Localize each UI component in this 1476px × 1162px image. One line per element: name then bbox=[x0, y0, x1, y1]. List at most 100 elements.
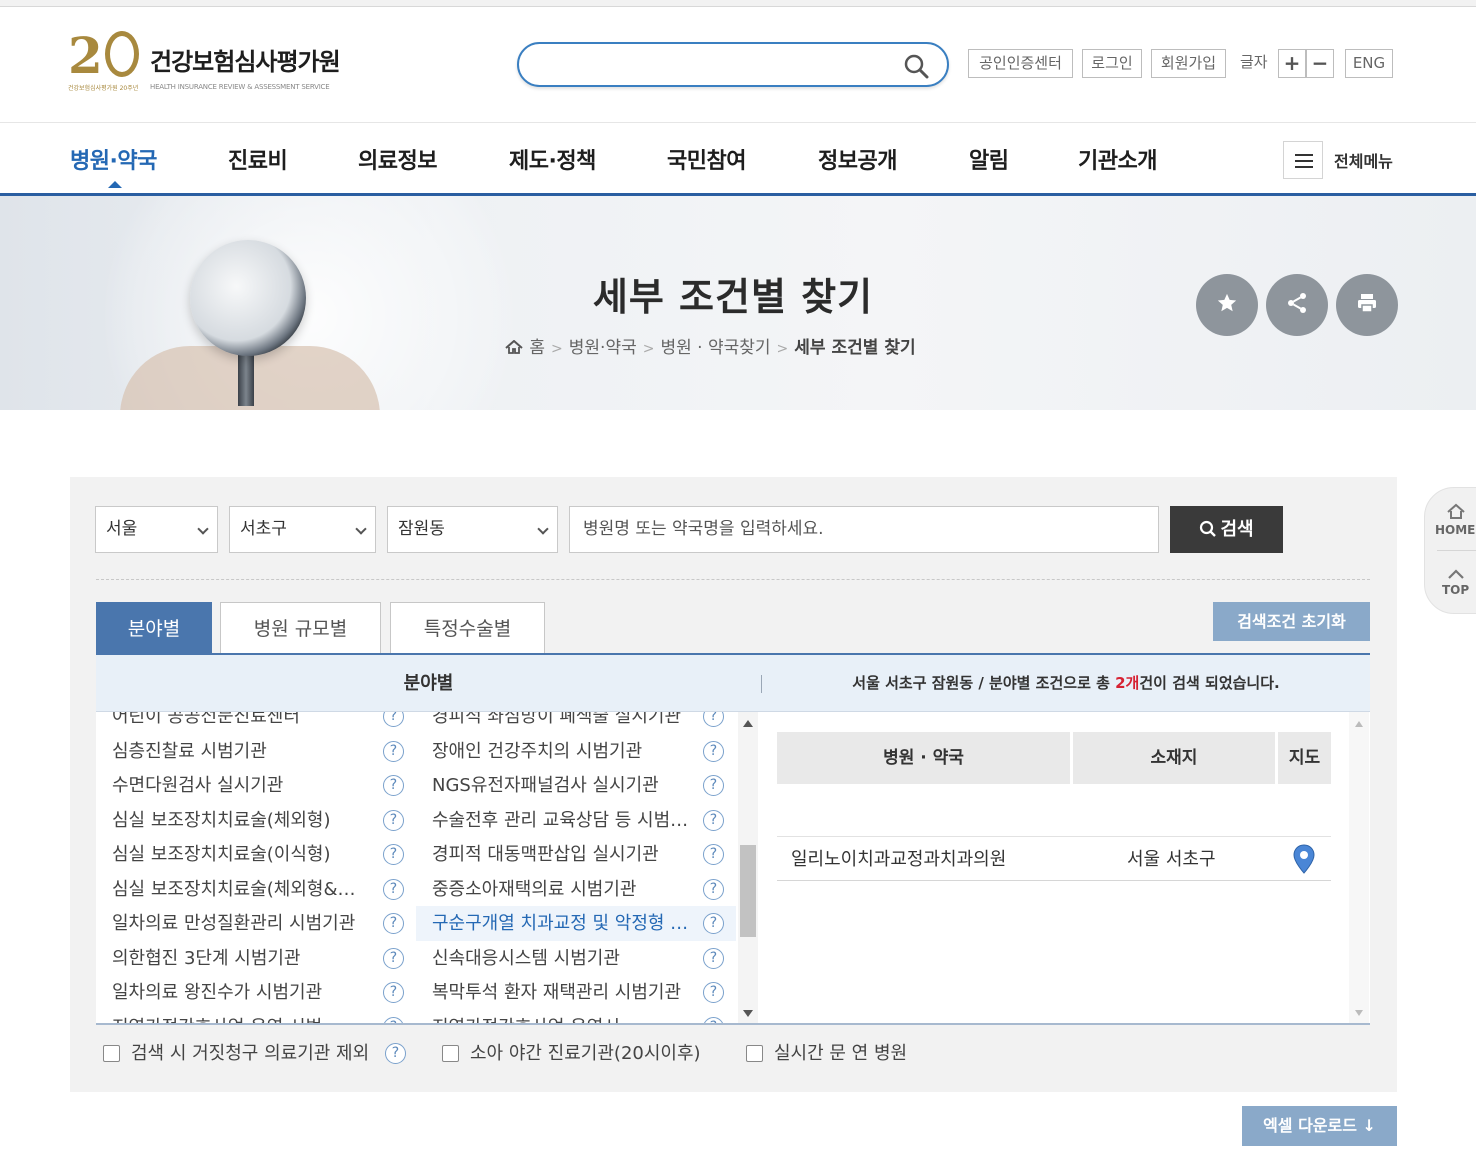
nav-disclosure[interactable]: 정보공개 bbox=[818, 143, 897, 175]
tab-field[interactable]: 분야별 bbox=[96, 602, 212, 654]
list-item[interactable]: 수면다원검사 실시기관? bbox=[96, 768, 411, 803]
help-icon[interactable]: ? bbox=[703, 712, 724, 727]
checkbox[interactable] bbox=[442, 1045, 459, 1062]
breadcrumb-find[interactable]: 병원 · 약국찾기 bbox=[660, 338, 770, 358]
site-logo[interactable]: 2 건강보험심사평가원 20주년 건강보험심사평가원 HEALTH INSURA… bbox=[68, 28, 358, 94]
scroll-up-arrow[interactable] bbox=[1355, 721, 1363, 727]
help-icon[interactable]: ? bbox=[703, 948, 724, 969]
help-icon[interactable]: ? bbox=[703, 844, 724, 865]
list-item[interactable]: 지역가정간호사업 운영시…? bbox=[416, 1010, 736, 1023]
scroll-down-arrow[interactable] bbox=[743, 1010, 753, 1017]
cert-center-link[interactable]: 공인인증센터 bbox=[968, 49, 1073, 78]
list-item[interactable]: 심실 보조장치치료술(이식형)? bbox=[96, 837, 411, 872]
scroll-up-arrow[interactable] bbox=[743, 720, 753, 727]
search-icon[interactable] bbox=[903, 53, 929, 79]
tab-hospital-size[interactable]: 병원 규모별 bbox=[220, 602, 381, 654]
help-icon[interactable]: ? bbox=[703, 879, 724, 900]
all-menu-button[interactable] bbox=[1283, 141, 1323, 179]
search-button[interactable]: 검색 bbox=[1170, 506, 1283, 553]
nav-hospital-pharmacy[interactable]: 병원·약국 bbox=[70, 143, 157, 175]
list-item[interactable]: 구순구개열 치과교정 및 악정형 …? bbox=[416, 906, 736, 941]
breadcrumb-hospital[interactable]: 병원·약국 bbox=[569, 338, 637, 358]
table-row[interactable]: 일리노이치과교정과치과의원 서울 서초구 bbox=[777, 836, 1331, 881]
list-item[interactable]: 심실 보조장치치료술(체외형&…? bbox=[96, 872, 411, 907]
all-menu-label[interactable]: 전체메뉴 bbox=[1334, 148, 1393, 172]
category-label: 심층진찰료 시범기관 bbox=[112, 741, 267, 762]
help-icon[interactable]: ? bbox=[383, 1017, 404, 1023]
hospital-name[interactable]: 일리노이치과교정과치과의원 bbox=[791, 837, 1006, 882]
help-icon[interactable]: ? bbox=[703, 1017, 724, 1023]
list-item[interactable]: 복막투석 환자 재택관리 시범기관? bbox=[416, 975, 736, 1010]
login-link[interactable]: 로그인 bbox=[1082, 49, 1142, 78]
excel-download-button[interactable]: 엑셀 다운로드 ↓ bbox=[1242, 1106, 1397, 1146]
help-icon[interactable]: ? bbox=[703, 775, 724, 796]
category-scrollbar[interactable] bbox=[738, 712, 758, 1023]
checkbox[interactable] bbox=[746, 1045, 763, 1062]
help-icon[interactable]: ? bbox=[383, 775, 404, 796]
share-button[interactable] bbox=[1266, 274, 1328, 336]
quick-home-label[interactable]: HOME bbox=[1435, 523, 1475, 537]
logo-emblem: 2 bbox=[68, 28, 139, 84]
help-icon[interactable]: ? bbox=[703, 810, 724, 831]
list-item[interactable]: 심실 보조장치치료술(체외형)? bbox=[96, 803, 411, 838]
home-icon[interactable] bbox=[1446, 503, 1466, 519]
join-link[interactable]: 회원가입 bbox=[1151, 49, 1226, 78]
sido-select[interactable]: 서울 bbox=[95, 506, 218, 553]
site-search-input[interactable] bbox=[539, 52, 899, 78]
nav-medical-fee[interactable]: 진료비 bbox=[228, 143, 288, 175]
checkbox[interactable] bbox=[103, 1045, 120, 1062]
scroll-thumb[interactable] bbox=[740, 845, 756, 937]
hospital-name-input[interactable]: 병원명 또는 약국명을 입력하세요. bbox=[569, 506, 1159, 553]
chevron-down-icon bbox=[355, 523, 367, 535]
list-item[interactable]: 장애인 건강주치의 시범기관? bbox=[416, 734, 736, 769]
nav-policy[interactable]: 제도·정책 bbox=[509, 143, 596, 175]
help-icon[interactable]: ? bbox=[703, 913, 724, 934]
list-item[interactable]: 경피적 좌심방이 폐색술 실시기관? bbox=[416, 712, 736, 734]
list-item[interactable]: 중증소아재택의료 시범기관? bbox=[416, 872, 736, 907]
result-scrollbar[interactable] bbox=[1349, 712, 1369, 1023]
home-icon[interactable] bbox=[504, 340, 524, 354]
map-pin-icon[interactable] bbox=[1293, 844, 1315, 874]
result-count: 2개 bbox=[1115, 674, 1140, 692]
chevron-up-icon[interactable] bbox=[1447, 568, 1465, 580]
nav-notice[interactable]: 알림 bbox=[969, 143, 1009, 175]
nav-participation[interactable]: 국민참여 bbox=[667, 143, 746, 175]
dong-select[interactable]: 잠원동 bbox=[387, 506, 558, 553]
list-item[interactable]: 지역가정간호사업 운영 시범…? bbox=[96, 1010, 411, 1023]
help-icon[interactable]: ? bbox=[385, 1043, 406, 1064]
nav-about[interactable]: 기관소개 bbox=[1078, 143, 1157, 175]
help-icon[interactable]: ? bbox=[383, 982, 404, 1003]
breadcrumb-home[interactable]: 홈 bbox=[529, 338, 545, 358]
nav-medical-info[interactable]: 의료정보 bbox=[358, 143, 437, 175]
help-icon[interactable]: ? bbox=[383, 712, 404, 727]
help-icon[interactable]: ? bbox=[383, 879, 404, 900]
help-icon[interactable]: ? bbox=[383, 810, 404, 831]
help-icon[interactable]: ? bbox=[383, 948, 404, 969]
help-icon[interactable]: ? bbox=[703, 982, 724, 1003]
sigungu-select[interactable]: 서초구 bbox=[229, 506, 376, 553]
list-item[interactable]: 어린이 공공전문진료센터? bbox=[96, 712, 411, 734]
help-icon[interactable]: ? bbox=[383, 913, 404, 934]
list-item[interactable]: 의한협진 3단계 시범기관? bbox=[96, 941, 411, 976]
help-icon[interactable]: ? bbox=[383, 844, 404, 865]
list-item[interactable]: 심층진찰료 시범기관? bbox=[96, 734, 411, 769]
logo-eng-name: HEALTH INSURANCE REVIEW & ASSESSMENT SER… bbox=[150, 83, 330, 91]
help-icon[interactable]: ? bbox=[703, 741, 724, 762]
reset-conditions-button[interactable]: 검색조건 초기화 bbox=[1213, 602, 1370, 641]
list-item[interactable]: 일차의료 만성질환관리 시범기관? bbox=[96, 906, 411, 941]
english-link[interactable]: ENG bbox=[1345, 49, 1393, 78]
help-icon[interactable]: ? bbox=[383, 741, 404, 762]
list-item[interactable]: NGS유전자패널검사 실시기관? bbox=[416, 768, 736, 803]
list-item[interactable]: 일차의료 왕진수가 시범기관? bbox=[96, 975, 411, 1010]
quick-top-label[interactable]: TOP bbox=[1442, 583, 1469, 597]
scroll-down-arrow[interactable] bbox=[1355, 1010, 1363, 1016]
font-increase-button[interactable]: + bbox=[1278, 49, 1306, 78]
font-decrease-button[interactable]: − bbox=[1306, 49, 1334, 78]
list-item[interactable]: 신속대응시스템 시범기관? bbox=[416, 941, 736, 976]
list-item[interactable]: 수술전후 관리 교육상담 등 시범…? bbox=[416, 803, 736, 838]
tab-special-surgery[interactable]: 특정수술별 bbox=[390, 602, 545, 654]
top-strip bbox=[0, 0, 1476, 7]
print-button[interactable] bbox=[1336, 274, 1398, 336]
bookmark-button[interactable] bbox=[1196, 274, 1258, 336]
list-item[interactable]: 경피적 대동맥판삽입 실시기관? bbox=[416, 837, 736, 872]
